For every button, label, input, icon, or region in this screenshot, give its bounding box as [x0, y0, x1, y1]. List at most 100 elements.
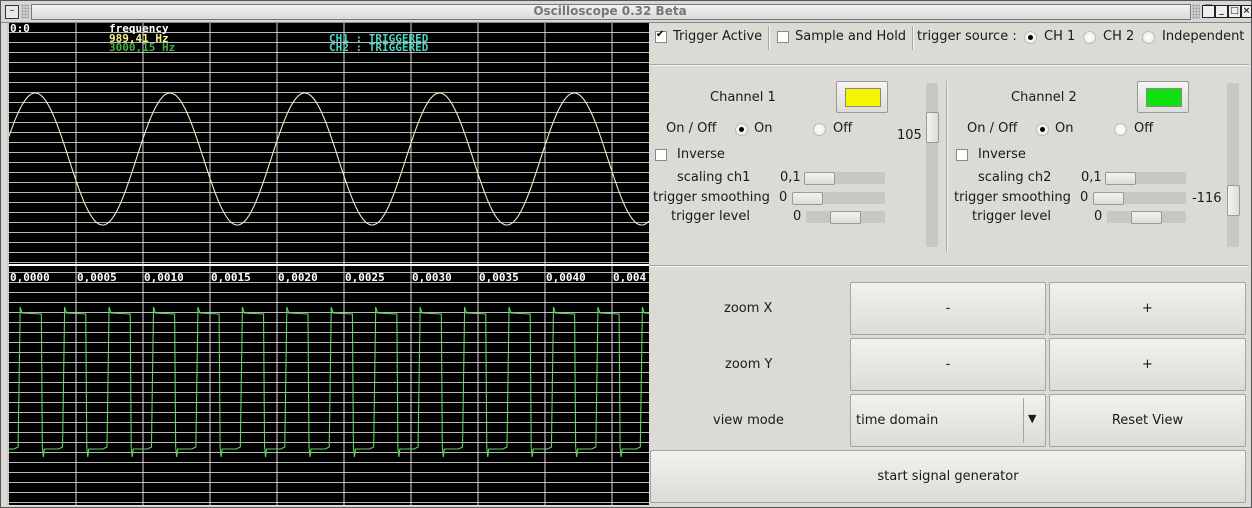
time-axis-label: 0,0000: [10, 271, 50, 284]
channel-1-title: Channel 1: [710, 90, 776, 105]
channel-1-on-label[interactable]: On: [754, 121, 772, 136]
time-axis-label: 0,0010: [144, 271, 184, 284]
view-mode-value: time domain: [856, 413, 939, 428]
trigger-active-checkbox[interactable]: [655, 29, 667, 43]
zoom-y-label: zoom Y: [725, 357, 773, 372]
zoom-x-plus-button[interactable]: +: [1049, 282, 1246, 335]
maximize-icon[interactable]: □: [1228, 5, 1241, 18]
channel-2-on-radio[interactable]: [1036, 123, 1049, 136]
trigger-source-label: trigger source :: [917, 29, 1017, 44]
channel-2-title: Channel 2: [1011, 90, 1077, 105]
source-ch2-label[interactable]: CH 2: [1103, 29, 1134, 44]
sample-hold-checkbox[interactable]: [777, 31, 789, 43]
separator: [649, 265, 1249, 267]
channel-2-offset-slider[interactable]: [1227, 83, 1240, 247]
separator: [912, 26, 914, 50]
slider-handle[interactable]: [830, 211, 861, 224]
time-axis-label: 0,0025: [345, 271, 385, 284]
slider-handle[interactable]: [792, 192, 823, 205]
channel-2-scaling-slider[interactable]: [1105, 172, 1186, 185]
channel-1-off-label[interactable]: Off: [833, 121, 852, 136]
zoom-y-plus-button[interactable]: +: [1049, 338, 1246, 391]
ch2-frequency: 3000,15 Hz: [109, 41, 176, 54]
time-axis-label: 0,004: [613, 271, 647, 284]
channel-1-on-radio[interactable]: [735, 123, 748, 136]
slider-handle[interactable]: [1093, 192, 1124, 205]
channel-1-level-value: 0: [793, 209, 802, 224]
separator: [946, 81, 948, 251]
channel-1-scaling-slider[interactable]: [804, 172, 885, 185]
channel-1-scaling-label: scaling ch1: [677, 170, 751, 185]
slider-handle[interactable]: [804, 172, 835, 185]
time-axis-label: 0,0020: [278, 271, 318, 284]
separator: [649, 64, 1249, 66]
channel-2-inverse-checkbox[interactable]: [956, 149, 968, 161]
channel-2-off-radio[interactable]: [1114, 123, 1127, 136]
channel-1-level-slider[interactable]: [806, 211, 885, 224]
view-mode-select[interactable]: time domain ▼: [850, 394, 1046, 447]
time-axis-label: 0,0035: [479, 271, 519, 284]
channel-2-smoothing-slider[interactable]: [1093, 192, 1186, 205]
channel-2-smoothing-label: trigger smoothing: [954, 190, 1071, 205]
zoom-y-minus-button[interactable]: -: [850, 338, 1046, 391]
minimize-icon[interactable]: _: [1215, 5, 1228, 18]
zoom-x-label: zoom X: [724, 301, 773, 316]
channel-1-smoothing-value: 0: [779, 190, 788, 205]
dropdown-arrow-icon[interactable]: ▼: [1028, 412, 1036, 425]
slider-handle[interactable]: [1105, 172, 1136, 185]
channel-1-smoothing-slider[interactable]: [792, 192, 885, 205]
channel-1-onoff-label: On / Off: [666, 121, 717, 136]
time-axis-label: 0,0030: [412, 271, 452, 284]
source-independent-label[interactable]: Independent: [1162, 29, 1244, 44]
separator: [1023, 398, 1024, 443]
time-axis-label: 0,0005: [77, 271, 117, 284]
oscilloscope-window: – Oscilloscope 0.32 Beta ▔ _ □ × 0:0 fre…: [0, 0, 1252, 508]
time-axis-label: 0,0015: [211, 271, 251, 284]
grip-icon: [1192, 4, 1200, 19]
scope-canvas[interactable]: [9, 23, 649, 505]
source-ch2-radio[interactable]: [1083, 31, 1096, 44]
channel-1-scaling-value: 0,1: [780, 170, 801, 185]
channel-2-level-value: 0: [1094, 209, 1103, 224]
start-signal-generator-button[interactable]: start signal generator: [650, 450, 1246, 503]
slider-handle[interactable]: [1227, 185, 1240, 217]
channel-1-color-button[interactable]: [836, 81, 888, 113]
channel-2-color-button[interactable]: [1137, 81, 1189, 113]
channel-1-off-radio[interactable]: [813, 123, 826, 136]
source-ch1-label[interactable]: CH 1: [1044, 29, 1075, 44]
sample-hold-label[interactable]: Sample and Hold: [795, 29, 906, 44]
scope-display[interactable]: 0:0 frequency 989,41 Hz 3000,15 Hz CH1 :…: [7, 23, 649, 505]
channel-1-level-label: trigger level: [671, 209, 750, 224]
color-swatch: [845, 88, 881, 107]
view-mode-label: view mode: [713, 413, 784, 428]
close-icon[interactable]: ×: [1241, 5, 1252, 18]
zoom-x-minus-button[interactable]: -: [850, 282, 1046, 335]
ch2-trigger-status: CH2 : TRIGGERED: [329, 41, 429, 54]
channel-1-offset-value: 105: [897, 128, 922, 143]
channel-1-inverse-checkbox[interactable]: [655, 149, 667, 161]
channel-1-offset-slider[interactable]: [926, 83, 939, 247]
channel-2-inverse-label[interactable]: Inverse: [978, 147, 1026, 162]
color-swatch: [1146, 88, 1182, 107]
window-title: Oscilloscope 0.32 Beta: [533, 4, 687, 18]
separator: [768, 26, 770, 50]
channel-2-onoff-label: On / Off: [967, 121, 1018, 136]
title-bar[interactable]: – Oscilloscope 0.32 Beta ▔ _ □ ×: [1, 1, 1252, 23]
source-ch1-radio[interactable]: [1024, 31, 1037, 44]
channel-2-level-slider[interactable]: [1107, 211, 1186, 224]
channel-2-level-label: trigger level: [972, 209, 1051, 224]
channel-2-off-label[interactable]: Off: [1134, 121, 1153, 136]
channel-2-scaling-label: scaling ch2: [978, 170, 1052, 185]
slider-handle[interactable]: [926, 112, 939, 144]
channel-2-on-label[interactable]: On: [1055, 121, 1073, 136]
channel-1-inverse-label[interactable]: Inverse: [677, 147, 725, 162]
source-independent-radio[interactable]: [1142, 31, 1155, 44]
channel-2-scaling-value: 0,1: [1081, 170, 1102, 185]
cursor-readout: 0:0: [10, 23, 30, 35]
reset-view-button[interactable]: Reset View: [1049, 394, 1246, 447]
control-panel: Trigger Active Sample and Hold trigger s…: [649, 23, 1249, 505]
shade-icon[interactable]: ▔: [1202, 5, 1215, 18]
slider-handle[interactable]: [1131, 211, 1162, 224]
trigger-active-label[interactable]: Trigger Active: [673, 29, 762, 44]
channel-2-offset-value: -116: [1192, 191, 1222, 206]
